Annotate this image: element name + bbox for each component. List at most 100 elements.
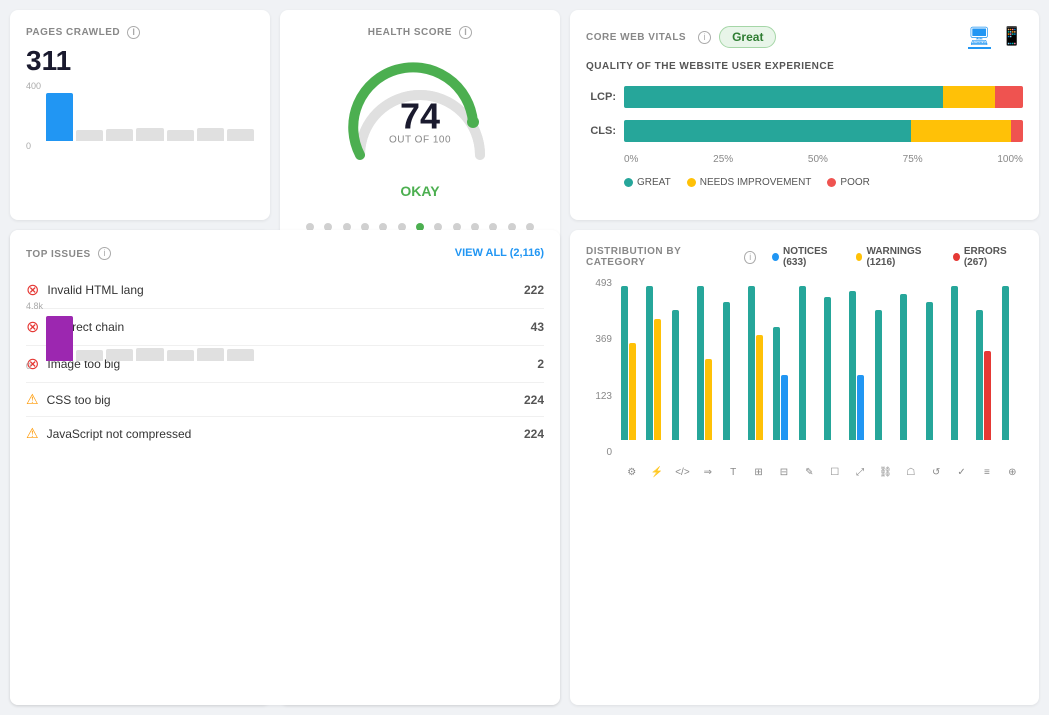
desktop-icon[interactable]: 🖥 bbox=[968, 26, 991, 49]
lcp-poor-segment bbox=[995, 86, 1023, 108]
bar-item bbox=[46, 93, 73, 141]
notices-dot bbox=[772, 253, 779, 261]
dist-bar-group-1 bbox=[621, 278, 642, 440]
dist-bar-group-13 bbox=[926, 278, 947, 440]
cls-bar-track bbox=[624, 120, 1023, 142]
dist-bar-group-16 bbox=[1002, 278, 1023, 440]
issue-row-5: ⚠ JavaScript not compressed 224 bbox=[26, 417, 544, 450]
bar-item bbox=[197, 348, 224, 361]
bar-item bbox=[76, 130, 103, 141]
issue-warning-icon-5: ⚠ bbox=[26, 425, 39, 442]
gauge-score: 74 bbox=[389, 99, 451, 135]
distribution-card: DISTRIBUTION BY CATEGORY i NOTICES (633)… bbox=[570, 230, 1039, 705]
cwv-label: CORE WEB VITALS bbox=[586, 32, 686, 43]
dist-icon-9: ☐ bbox=[824, 467, 845, 478]
bar-item bbox=[136, 348, 163, 361]
dist-bar-group-9 bbox=[824, 278, 845, 440]
bar-item bbox=[76, 350, 103, 361]
dist-bar-group-11 bbox=[875, 278, 896, 440]
cwv-info-icon[interactable]: i bbox=[698, 31, 711, 44]
lcp-bar-track bbox=[624, 86, 1023, 108]
core-web-vitals-card: CORE WEB VITALS i Great 🖥 📱 QUALITY OF T… bbox=[570, 10, 1039, 220]
bar-green bbox=[824, 297, 831, 440]
bar-green bbox=[951, 286, 958, 440]
urls-found-chart: 4.8k 0 bbox=[26, 301, 254, 371]
poor-dot bbox=[827, 178, 836, 187]
dist-icon-7: ⊟ bbox=[773, 467, 794, 478]
issue-count-1: 222 bbox=[524, 283, 544, 297]
bar-blue bbox=[781, 375, 788, 440]
legend-great: GREAT bbox=[624, 177, 671, 188]
errors-dot bbox=[953, 253, 960, 261]
cls-label: CLS: bbox=[586, 125, 616, 137]
dist-icon-16: ⊕ bbox=[1002, 467, 1023, 478]
dist-errors: ERRORS (267) bbox=[953, 246, 1023, 268]
bar-item bbox=[136, 128, 163, 141]
bar-green bbox=[799, 286, 806, 440]
bar-green bbox=[849, 291, 856, 440]
bar-blue bbox=[857, 375, 864, 440]
dist-bar-group-5 bbox=[723, 278, 744, 440]
dist-icon-10: ⤢ bbox=[849, 467, 870, 478]
issue-count-2: 43 bbox=[531, 320, 544, 334]
lcp-great-segment bbox=[624, 86, 943, 108]
pages-crawled-value: 311 bbox=[26, 45, 254, 77]
bar-green bbox=[875, 310, 882, 440]
issues-info-icon[interactable]: i bbox=[98, 247, 111, 260]
issue-name-1: Invalid HTML lang bbox=[47, 283, 143, 297]
dist-bar-group-8 bbox=[799, 278, 820, 440]
dist-icon-15: ≡ bbox=[976, 467, 997, 478]
pages-crawled-min: 0 bbox=[26, 141, 31, 151]
pages-crawled-label: PAGES CRAWLED i bbox=[26, 26, 254, 39]
issues-header: TOP ISSUES i VIEW ALL (2,116) bbox=[26, 246, 544, 260]
bar-item bbox=[197, 128, 224, 141]
bar-yellow bbox=[705, 359, 712, 440]
bar-green bbox=[926, 302, 933, 440]
dist-icons-row: ⚙ ⚡ </> ⇒ T ⊞ ⊟ ✎ ☐ ⤢ ⛓ ☖ ↺ ✓ ≡ ⊕ bbox=[621, 467, 1023, 478]
bar-item bbox=[106, 349, 133, 361]
dist-icon-8: ✎ bbox=[799, 467, 820, 478]
mobile-icon[interactable]: 📱 bbox=[1001, 26, 1023, 49]
issue-left-5: ⚠ JavaScript not compressed bbox=[26, 425, 191, 442]
gauge-center: 74 OUT OF 100 bbox=[389, 99, 451, 146]
issue-row-4: ⚠ CSS too big 224 bbox=[26, 383, 544, 417]
bar-yellow bbox=[756, 335, 763, 440]
bar-item bbox=[46, 316, 73, 361]
bar-item bbox=[227, 129, 254, 141]
gauge-container: 74 OUT OF 100 bbox=[340, 55, 500, 175]
urls-found-min: 0 bbox=[26, 361, 31, 371]
cwv-header: CORE WEB VITALS i Great 🖥 📱 bbox=[586, 26, 1023, 49]
cwv-legend: GREAT NEEDS IMPROVEMENT POOR bbox=[586, 177, 1023, 188]
view-all-link[interactable]: VIEW ALL (2,116) bbox=[455, 247, 544, 259]
urls-found-bars bbox=[26, 301, 254, 361]
health-score-info-icon[interactable]: i bbox=[459, 26, 472, 39]
dist-bar-group-15 bbox=[976, 278, 997, 440]
dist-icon-14: ✓ bbox=[951, 467, 972, 478]
dist-bar-group-14 bbox=[951, 278, 972, 440]
pages-crawled-card: PAGES CRAWLED i 311 400 0 bbox=[10, 10, 270, 220]
dist-bar-group-6 bbox=[748, 278, 769, 440]
legend-poor: POOR bbox=[827, 177, 869, 188]
issue-left-4: ⚠ CSS too big bbox=[26, 391, 111, 408]
bar-item bbox=[167, 350, 194, 361]
dist-y-axis: 493 369 123 0 bbox=[586, 278, 616, 458]
pages-crawled-max: 400 bbox=[26, 81, 41, 91]
pages-crawled-info-icon[interactable]: i bbox=[127, 26, 140, 39]
lcp-row: LCP: bbox=[586, 86, 1023, 108]
bar-red bbox=[984, 351, 991, 440]
bar-green bbox=[723, 302, 730, 440]
dist-icon-3: </> bbox=[672, 467, 693, 478]
issue-warning-icon-4: ⚠ bbox=[26, 391, 39, 408]
lcp-label: LCP: bbox=[586, 91, 616, 103]
bar-green bbox=[621, 286, 628, 440]
pages-crawled-chart: 400 0 bbox=[26, 81, 254, 151]
issue-name-4: CSS too big bbox=[47, 393, 111, 407]
dist-legend: NOTICES (633) WARNINGS (1216) ERRORS (26… bbox=[772, 246, 1023, 268]
dist-warnings: WARNINGS (1216) bbox=[856, 246, 941, 268]
cwv-axis: 0% 25% 50% 75% 100% bbox=[586, 154, 1023, 165]
dist-info-icon[interactable]: i bbox=[744, 251, 756, 264]
bar-green bbox=[773, 327, 780, 440]
urls-found-max: 4.8k bbox=[26, 301, 43, 311]
dist-bars-container bbox=[621, 278, 1023, 458]
dist-bar-group-12 bbox=[900, 278, 921, 440]
